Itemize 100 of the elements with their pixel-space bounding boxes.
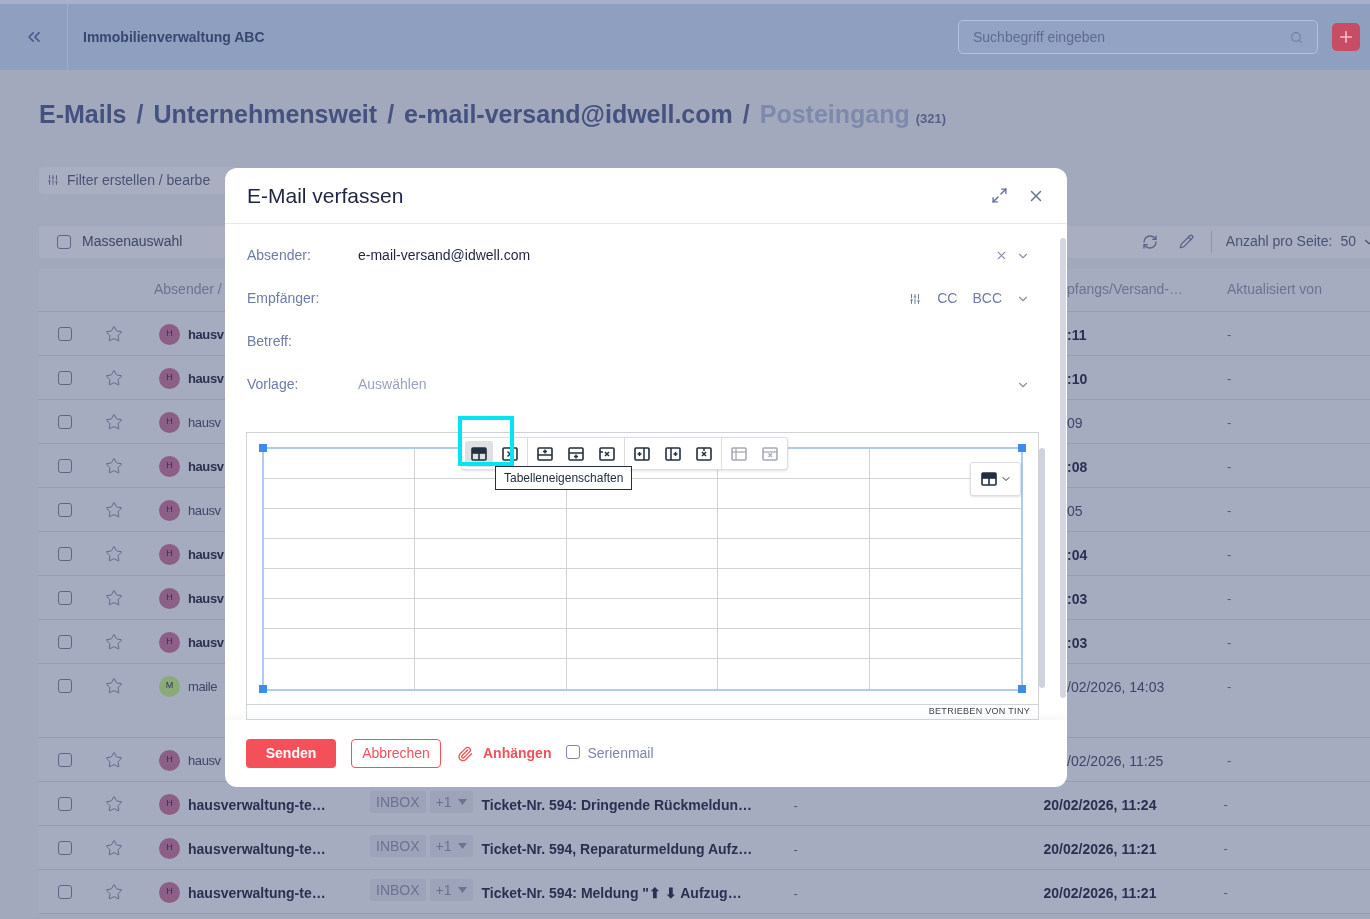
resize-handle[interactable] <box>1018 685 1026 693</box>
checkbox[interactable] <box>58 546 72 561</box>
send-button[interactable]: Senden <box>246 739 336 768</box>
breadcrumb-item[interactable]: e-mail-versand@idwell.com <box>404 96 733 134</box>
breadcrumb-separator: / <box>742 99 750 130</box>
star-icon[interactable] <box>105 794 123 813</box>
dialog-title: E-Mail verfassen <box>247 182 404 209</box>
star-icon[interactable] <box>105 588 123 607</box>
sender-text: hausv <box>188 501 221 520</box>
star-icon[interactable] <box>105 882 123 901</box>
table-cell-text: - <box>1227 545 1232 564</box>
sender-text: hausv <box>188 369 224 388</box>
sender-text: hausv <box>188 545 224 564</box>
resize-handle[interactable] <box>259 444 267 452</box>
table-cell-text: - <box>1227 413 1232 432</box>
checkbox[interactable] <box>58 414 72 429</box>
table-cell-text: - <box>1227 589 1232 608</box>
table-icon <box>633 444 651 463</box>
checkbox[interactable] <box>58 458 72 473</box>
caret-icon <box>457 886 467 893</box>
date-text: 20/02/2026, 11:21 <box>1043 883 1158 903</box>
table-icon <box>598 444 616 463</box>
table-cell-text: - <box>1227 325 1232 344</box>
star-icon[interactable] <box>105 368 123 387</box>
sender-text: hausv <box>188 413 221 432</box>
filter-icon[interactable] <box>909 292 922 305</box>
checkbox[interactable] <box>58 326 72 341</box>
table-icon <box>664 444 682 463</box>
attach-button[interactable]: Anhängen <box>457 743 552 764</box>
avatar: M <box>159 675 180 697</box>
checkbox[interactable] <box>58 884 72 899</box>
edit-icon[interactable] <box>1178 234 1194 249</box>
table-cell-text: - <box>1227 501 1232 520</box>
column-header: Aktualisiert von <box>1227 280 1322 299</box>
sender-text: hausv <box>188 633 224 652</box>
add-button[interactable] <box>1332 23 1360 51</box>
checkbox[interactable] <box>58 370 72 385</box>
bcc-toggle[interactable]: BCC <box>972 288 1002 309</box>
table-menu-button[interactable] <box>970 462 1021 496</box>
star-icon[interactable] <box>105 838 123 857</box>
search-icon <box>1290 30 1303 44</box>
table-icon <box>761 444 779 463</box>
checkbox[interactable] <box>58 678 72 693</box>
subject-text: Ticket-Nr. 594, Reparaturmeldung Aufz… <box>481 839 754 859</box>
date-text: 05 <box>1067 501 1083 521</box>
checkbox[interactable] <box>57 234 71 249</box>
star-icon[interactable] <box>105 750 123 769</box>
table-cell-text: - <box>1227 633 1232 652</box>
checkbox[interactable] <box>58 840 72 855</box>
sender-text: hausv <box>188 589 224 608</box>
checkbox[interactable] <box>566 744 581 759</box>
star-icon[interactable] <box>105 632 123 651</box>
date-text: :08 <box>1067 457 1088 477</box>
avatar: H <box>159 587 180 609</box>
table-cell: - <box>793 841 798 857</box>
table-cell-text: - <box>1227 751 1232 770</box>
avatar: H <box>159 455 180 477</box>
resize-handle[interactable] <box>1018 444 1026 452</box>
recipient-field[interactable]: CC BCC <box>358 288 1030 309</box>
checkbox[interactable] <box>58 502 72 517</box>
cancel-button[interactable]: Abbrechen <box>351 739 441 768</box>
star-icon[interactable] <box>105 456 123 475</box>
breadcrumb-item[interactable]: E-Mails <box>39 96 127 134</box>
breadcrumb-separator: / <box>387 99 395 130</box>
serial-mail-label: Serienmail <box>587 744 654 763</box>
checkbox[interactable] <box>58 796 72 811</box>
star-icon[interactable] <box>105 324 123 343</box>
refresh-icon[interactable] <box>1141 233 1158 250</box>
field-label: Vorlage: <box>247 375 300 394</box>
breadcrumb-item[interactable]: Unternehmensweit <box>153 96 378 134</box>
editor[interactable]: BETRIEBEN VON TINY Tabelleneigenschaften <box>246 432 1039 720</box>
date-text: 20/02/2026, 11:21 <box>1043 839 1158 859</box>
table-icon <box>695 444 713 463</box>
cc-toggle[interactable]: CC <box>937 288 958 309</box>
star-icon[interactable] <box>105 544 123 563</box>
table-icon <box>567 444 585 463</box>
avatar: H <box>159 837 180 859</box>
star-icon[interactable] <box>105 676 123 695</box>
table-icon <box>979 470 998 488</box>
checkbox[interactable] <box>58 752 72 767</box>
star-icon[interactable] <box>105 500 123 519</box>
table-cell: - <box>793 797 798 813</box>
expand-icon[interactable] <box>991 187 1008 204</box>
per-page-value[interactable]: 50 <box>1340 231 1356 252</box>
date-text: 20/02/2026, 11:24 <box>1043 795 1158 815</box>
date-text: :03 <box>1067 633 1088 653</box>
field-label: Betreff: <box>247 332 293 351</box>
resize-handle[interactable] <box>259 685 267 693</box>
clear-icon[interactable] <box>995 249 1008 262</box>
table-cell-text: - <box>1227 369 1232 388</box>
checkbox[interactable] <box>58 634 72 649</box>
select-field[interactable]: e-mail-versand@idwell.com <box>358 245 1030 266</box>
star-icon[interactable] <box>105 412 123 431</box>
bulk-select-label: Massenauswahl <box>82 232 183 251</box>
sender-text: hausv <box>188 751 221 770</box>
caret-icon <box>457 842 467 849</box>
select-field[interactable]: Auswählen <box>358 374 1030 395</box>
table-icon <box>536 444 554 463</box>
checkbox[interactable] <box>58 590 72 605</box>
sender-text: hausverwaltung-te… <box>188 795 327 815</box>
